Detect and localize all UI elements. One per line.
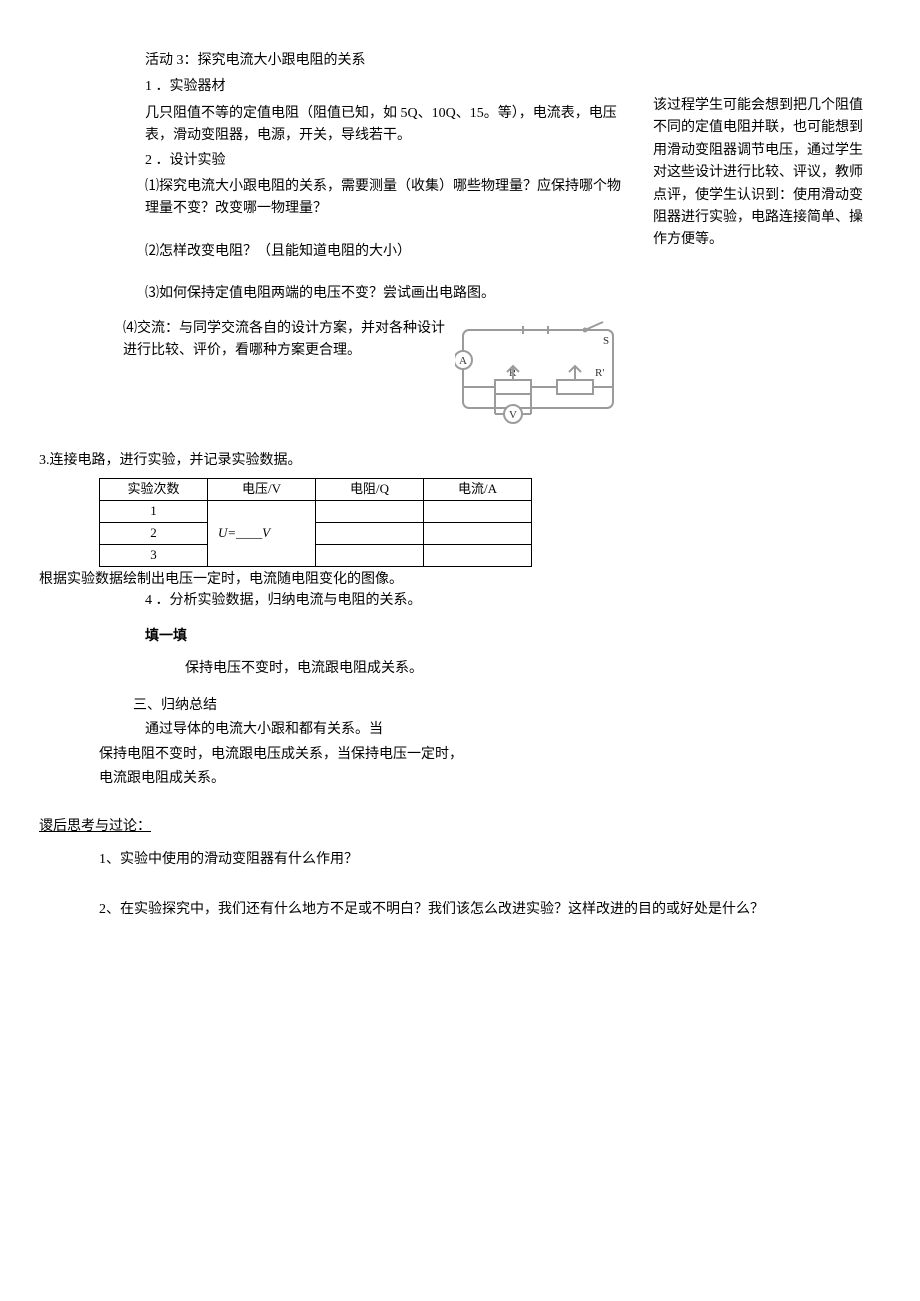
fill-body: 保持电压不变时，电流跟电阻成关系。	[85, 658, 870, 680]
section2-q1: ⑴探究电流大小跟电阻的关系，需要测量（收集）哪些物理量？应保持哪个物理量不变？改…	[85, 176, 625, 221]
section4-title: 4 ．分析实验数据，归纳电流与电阻的关系。	[85, 590, 870, 612]
fill-label: 填一填	[85, 626, 870, 648]
cell-trial-2: 2	[100, 523, 208, 545]
section1-body: 几只阻值不等的定值电阻（阻值已知，如 5Q、10Q、15。等），电流表，电压表，…	[85, 103, 625, 148]
section2-title: 2 ．设计实验	[85, 150, 625, 172]
table-row: 2	[100, 523, 532, 545]
th-resistance: 电阻/Q	[316, 479, 424, 501]
discuss-q2: 2、在实验探究中，我们还有什么地方不足或不明白？我们该怎么改进实验？这样改进的目…	[85, 899, 870, 921]
rheostat-label: R'	[595, 367, 604, 379]
section5-body: 通过导体的电流大小跟和都有关系。当	[85, 719, 870, 741]
section5-title: 三、归纳总结	[85, 695, 870, 717]
th-voltage: 电压/V	[208, 479, 316, 501]
section2-q4: ⑷交流：与同学交流各自的设计方案，并对各种设计进行比较、评价，看哪种方案更合理。	[85, 318, 455, 363]
teacher-note: 该过程学生可能会想到把几个阻值不同的定值电阻并联，也可能想到用滑动变阻器调节电压…	[625, 50, 870, 252]
discuss-title: 谡后思考与过论：	[39, 819, 151, 834]
cell-trial-1: 1	[100, 501, 208, 523]
section3-after-table: 根据实验数据绘制出电压一定时，电流随电阻变化的图像。	[39, 569, 870, 591]
section5-body2: 保持电阻不变时，电流跟电压成关系，当保持电压一定时，	[85, 744, 870, 766]
discuss-q1: 1、实验中使用的滑动变阻器有什么作用？	[85, 849, 870, 871]
activity-title: 活动 3：探究电流大小跟电阻的关系	[85, 50, 625, 72]
cell-trial-3: 3	[100, 545, 208, 567]
section2-q2: ⑵怎样改变电阻？（且能知道电阻的大小）	[85, 241, 625, 263]
table-row: 1 U=____V	[100, 501, 532, 523]
table-row: 3	[100, 545, 532, 567]
cell-voltage: U=____V	[208, 501, 316, 567]
voltmeter-label: V	[509, 409, 517, 421]
table-header-row: 实验次数 电压/V 电阻/Q 电流/A	[100, 479, 532, 501]
circuit-svg: S A R R'	[455, 318, 625, 428]
th-current: 电流/A	[424, 479, 532, 501]
th-trial: 实验次数	[100, 479, 208, 501]
discuss-title-wrap: 谡后思考与过论：	[39, 816, 870, 838]
ammeter-label: A	[459, 355, 467, 367]
section2-q3: ⑶如何保持定值电阻两端的电压不变？尝试画出电路图。	[85, 283, 625, 305]
section1-title: 1 ．实验器材	[85, 76, 625, 98]
switch-label: S	[603, 335, 609, 347]
experiment-table: 实验次数 电压/V 电阻/Q 电流/A 1 U=____V 2 3	[99, 478, 870, 567]
section3-title: 3.连接电路，进行实验，并记录实验数据。	[39, 450, 870, 472]
section5-body3: 电流跟电阻成关系。	[85, 768, 870, 790]
circuit-diagram: S A R R'	[455, 318, 625, 436]
